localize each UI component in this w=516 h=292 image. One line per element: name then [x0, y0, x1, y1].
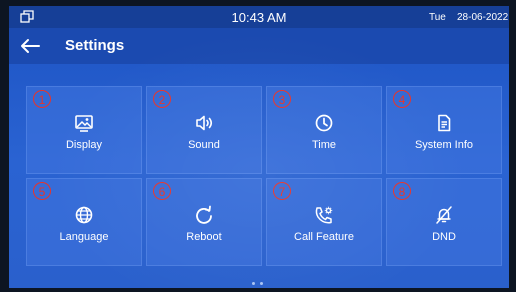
device-frame: 10:43 AM Tue 28-06-2022 Settings 1 Displ… — [0, 0, 516, 292]
annotation-number: 7 — [273, 182, 291, 200]
phone-gear-icon — [315, 206, 333, 224]
device-screen: 10:43 AM Tue 28-06-2022 Settings 1 Displ… — [9, 6, 509, 288]
tile-label: Time — [311, 139, 337, 151]
title-bar: Settings — [9, 28, 509, 64]
globe-icon — [75, 206, 93, 224]
reboot-icon — [196, 205, 212, 224]
page-dot — [260, 282, 263, 285]
speaker-icon — [196, 115, 213, 131]
page-indicator — [252, 282, 263, 285]
annotation-number: 5 — [33, 182, 51, 200]
display-image-icon — [75, 115, 93, 132]
page-title: Settings — [65, 37, 125, 54]
tile-label: Sound — [188, 139, 220, 151]
tile-label: Display — [65, 139, 103, 151]
tile-time[interactable]: 3 Time — [266, 86, 382, 174]
tile-label: System Info — [414, 139, 474, 151]
annotation-number: 6 — [153, 182, 171, 200]
clock-icon — [315, 114, 333, 132]
annotation-number: 4 — [393, 90, 411, 108]
annotation-number: 1 — [33, 90, 51, 108]
settings-grid: 1 Display 2 Sound 3 Time 4 System Info 5… — [26, 86, 502, 266]
tile-label: Reboot — [186, 231, 222, 243]
tile-system-info[interactable]: 4 System Info — [386, 86, 502, 174]
tile-display[interactable]: 1 Display — [26, 86, 142, 174]
status-bar: 10:43 AM Tue 28-06-2022 — [9, 6, 509, 28]
page-dot — [252, 282, 255, 285]
tile-label: Language — [59, 231, 109, 243]
back-arrow-icon[interactable] — [19, 37, 41, 55]
bell-off-icon — [436, 206, 452, 224]
document-icon — [438, 114, 451, 132]
tile-language[interactable]: 5 Language — [26, 178, 142, 266]
tile-label: Call Feature — [294, 231, 354, 243]
tile-label: DND — [432, 231, 456, 243]
tile-dnd[interactable]: 8 DND — [386, 178, 502, 266]
annotation-number: 3 — [273, 90, 291, 108]
tile-sound[interactable]: 2 Sound — [146, 86, 262, 174]
status-day: Tue — [429, 12, 446, 23]
annotation-number: 2 — [153, 90, 171, 108]
tile-call-feature[interactable]: 7 Call Feature — [266, 178, 382, 266]
status-date: 28-06-2022 — [457, 12, 509, 23]
tile-reboot[interactable]: 6 Reboot — [146, 178, 262, 266]
annotation-number: 8 — [393, 182, 411, 200]
